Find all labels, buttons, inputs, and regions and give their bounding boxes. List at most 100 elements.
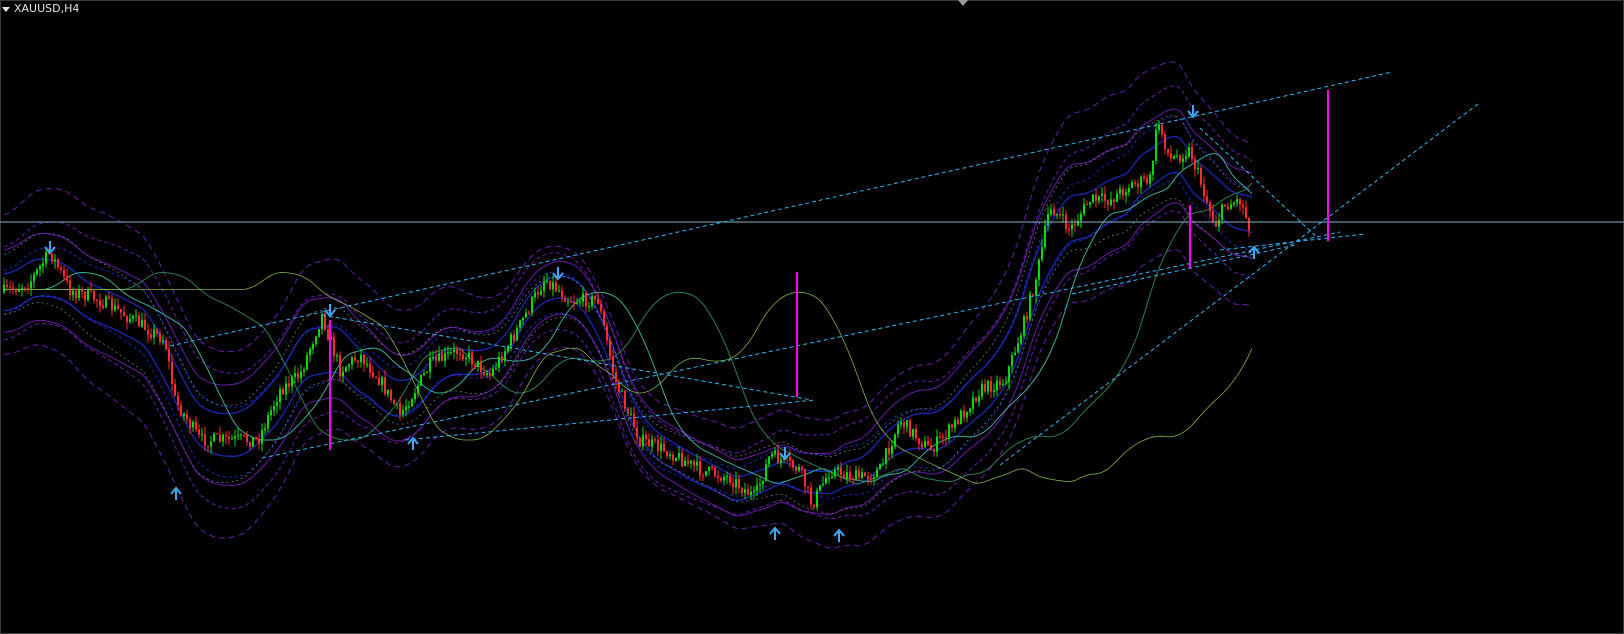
candle-body [969, 408, 971, 412]
candle-body [741, 488, 743, 494]
candle-body [699, 461, 701, 476]
candle-body [933, 449, 935, 452]
candle-body [459, 354, 461, 355]
candle-body [342, 371, 344, 377]
candle-body [1224, 204, 1226, 207]
candle-body [549, 280, 551, 290]
candle-body [405, 406, 407, 411]
candle-body [690, 460, 692, 464]
candle-body [318, 329, 320, 337]
candle-body [201, 434, 203, 436]
candle-body [252, 437, 254, 447]
candle-body [255, 437, 257, 439]
candle-body [522, 317, 524, 321]
candle-body [282, 389, 284, 395]
candle-body [882, 463, 884, 465]
candle-body [384, 377, 386, 394]
candle-body [141, 320, 143, 327]
candle-body [1179, 155, 1181, 162]
candle-body [582, 293, 584, 302]
dropdown-triangle-icon[interactable] [2, 6, 10, 12]
candle-body [1152, 161, 1154, 175]
candle-body [702, 475, 704, 477]
candle-body [678, 453, 680, 458]
candle-body [1008, 366, 1010, 383]
candle-body [519, 320, 521, 328]
candle-body [114, 305, 116, 311]
candle-body [1167, 149, 1169, 154]
candle-body [831, 476, 833, 478]
candle-body [525, 312, 527, 318]
candle-body [1059, 214, 1061, 216]
candle-body [972, 397, 974, 409]
candle-body [621, 390, 623, 392]
candle-body [195, 422, 197, 430]
candle-body [1071, 224, 1073, 230]
candle-body [828, 477, 830, 479]
candle-body [1050, 209, 1052, 215]
candle-body [732, 482, 734, 487]
candle-body [1017, 343, 1019, 353]
candle-body [72, 291, 74, 296]
candle-body [204, 434, 206, 446]
candle-body [906, 420, 908, 428]
chart-symbol-title: XAUUSD,H4 [14, 2, 80, 15]
candle-body [54, 259, 56, 262]
candle-body [771, 454, 773, 457]
candle-body [936, 436, 938, 452]
candle-body [996, 380, 998, 391]
candle-body [57, 259, 59, 268]
candle-body [960, 410, 962, 425]
candle-body [720, 477, 722, 481]
candle-body [147, 330, 149, 335]
candle-body [1029, 294, 1031, 320]
chart-title-bar[interactable]: XAUUSD,H4 [2, 2, 79, 16]
candle-body [714, 467, 716, 477]
candle-body [801, 466, 803, 469]
candle-body [84, 291, 86, 301]
candle-body [1227, 206, 1229, 210]
chart-window[interactable]: XAUUSD,H4 [0, 0, 1624, 634]
candle-body [1143, 177, 1145, 179]
candle-body [807, 486, 809, 488]
candle-body [1032, 294, 1034, 296]
candle-body [1014, 352, 1016, 355]
candle-body [336, 355, 338, 357]
candle-body [210, 441, 212, 447]
candle-body [24, 287, 26, 289]
candle-body [993, 390, 995, 392]
candle-body [96, 299, 98, 301]
candle-body [636, 427, 638, 438]
candle-body [402, 410, 404, 415]
candle-body [777, 450, 779, 464]
candle-body [852, 478, 854, 480]
candle-body [186, 413, 188, 420]
candle-body [897, 424, 899, 435]
candle-body [423, 373, 425, 375]
candle-body [63, 269, 65, 277]
candle-body [285, 383, 287, 395]
candle-body [1185, 156, 1187, 159]
candle-body [408, 406, 410, 408]
price-chart[interactable] [0, 0, 1624, 634]
candle-body [729, 475, 731, 483]
candle-body [306, 355, 308, 370]
candle-body [360, 354, 362, 363]
candle-body [900, 422, 902, 425]
candle-body [372, 372, 374, 377]
candle-body [30, 281, 32, 289]
candle-body [567, 301, 569, 303]
candle-body [15, 289, 17, 292]
candle-body [396, 403, 398, 405]
candle-body [1062, 214, 1064, 216]
chart-shift-marker-icon[interactable] [958, 0, 968, 6]
candle-body [129, 318, 131, 322]
candle-body [234, 436, 236, 439]
candle-body [819, 485, 821, 491]
candle-body [915, 429, 917, 439]
candle-body [1107, 200, 1109, 205]
candle-body [1023, 316, 1025, 336]
candle-body [1110, 199, 1112, 205]
candle-body [834, 469, 836, 477]
candle-body [183, 413, 185, 416]
